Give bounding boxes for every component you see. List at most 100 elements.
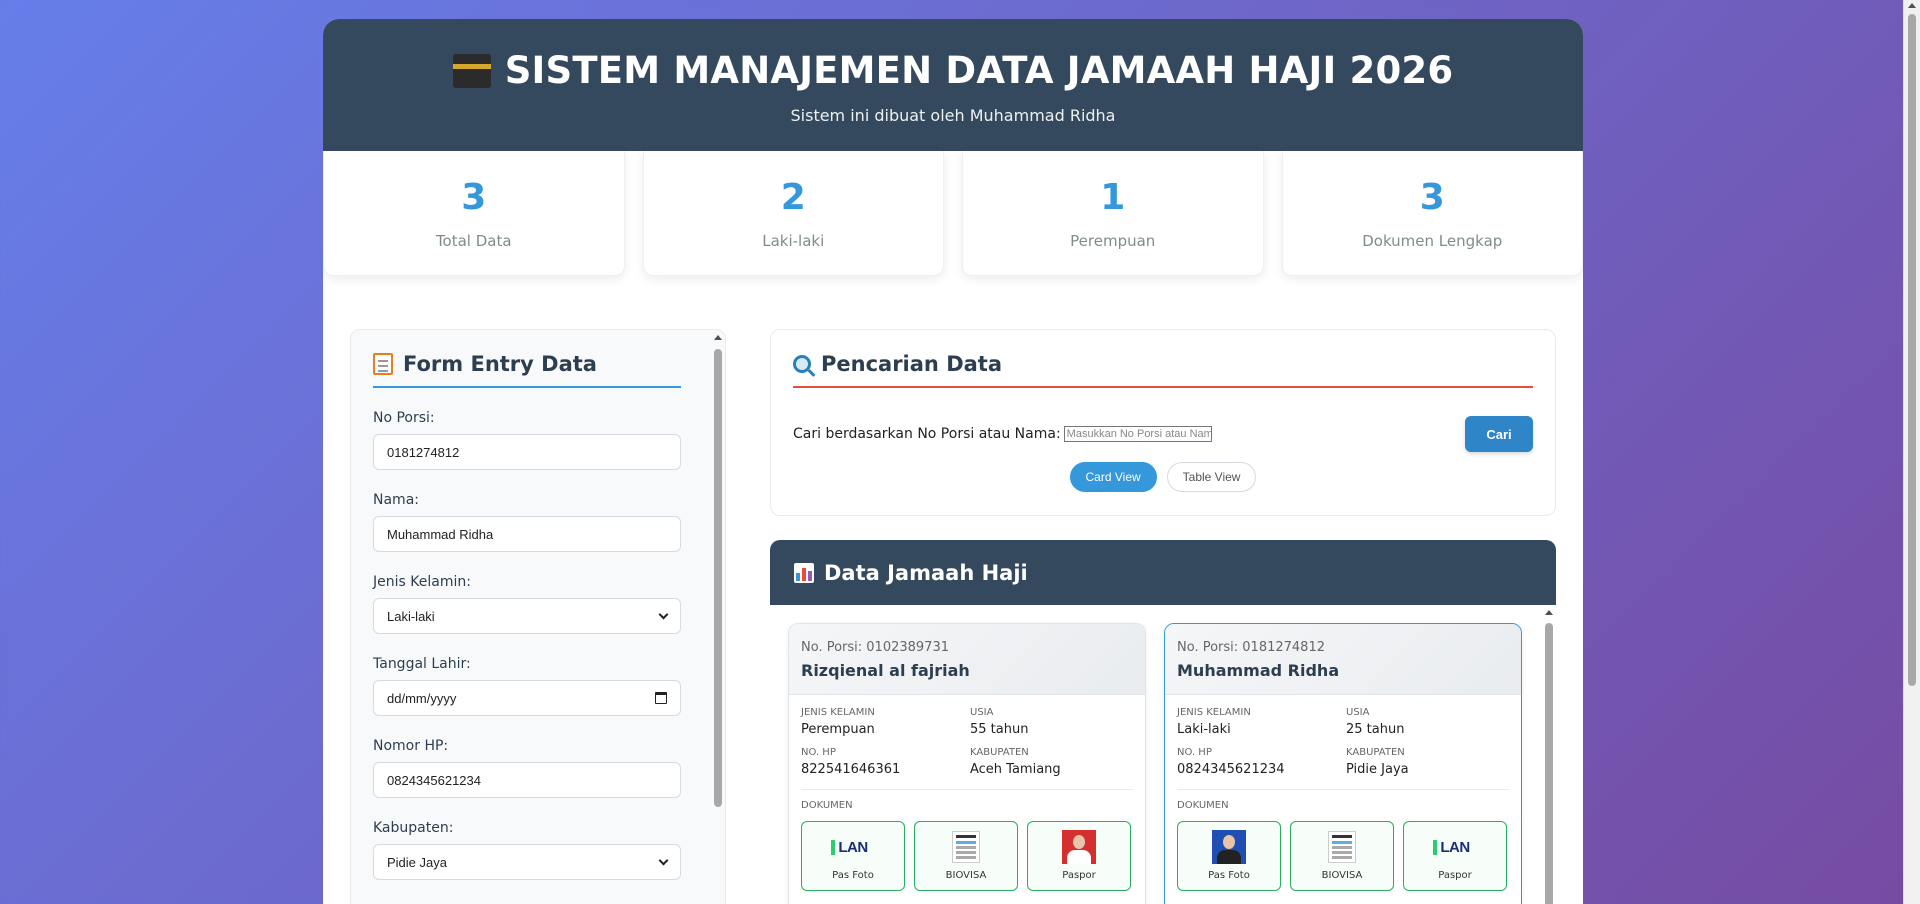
doc-caption: BIOVISA — [1321, 870, 1363, 881]
doc-paspor[interactable]: Paspor — [1027, 821, 1131, 891]
info-no-hp: 0824345621234 — [1177, 762, 1285, 777]
doc-caption: Pas Foto — [832, 870, 874, 881]
info-key: NO. HP — [1177, 747, 1212, 758]
doc-pas-foto[interactable]: LAN Pas Foto — [801, 821, 905, 891]
field-nomor-hp: Nomor HP: 0824345621234 — [373, 738, 681, 798]
search-input[interactable]: Masukkan No Porsi atau Nama — [1063, 426, 1212, 442]
stat-label: Total Data — [435, 232, 512, 250]
card-info: JENIS KELAMIN Laki-laki USIA 25 tahun NO. … — [1177, 707, 1509, 790]
stat-value: 3 — [1419, 177, 1445, 218]
doc-section-label: DOKUMEN — [801, 800, 853, 811]
document-icon — [952, 831, 980, 863]
search-label: Cari berdasarkan No Porsi atau Nama: — [793, 426, 1061, 442]
kabupaten-label: Kabupaten: — [373, 820, 454, 836]
jenis-kelamin-value: Laki-laki — [387, 608, 435, 624]
info-kabupaten: Aceh Tamiang — [970, 762, 1061, 777]
field-no-porsi: No Porsi: 0181274812 — [373, 410, 681, 470]
lan-logo-icon: LAN — [1433, 838, 1470, 856]
info-kabupaten: Pidie Jaya — [1346, 762, 1409, 777]
lan-logo-icon: LAN — [831, 838, 868, 856]
card-nama: Rizqienal al fajriah — [801, 661, 970, 680]
no-porsi-input[interactable]: 0181274812 — [373, 434, 681, 470]
stat-label: Laki-laki — [762, 232, 825, 250]
data-title: Data Jamaah Haji — [824, 560, 1028, 585]
stat-value: 2 — [780, 177, 806, 218]
jamaah-card[interactable]: No. Porsi: 0102389731 Rizqienal al fajri… — [788, 623, 1146, 904]
card-porsi: No. Porsi: 0102389731 — [801, 640, 949, 655]
page-subtitle: Sistem ini dibuat oleh Muhammad Ridha — [790, 106, 1116, 125]
doc-paspor[interactable]: LAN Paspor — [1403, 821, 1507, 891]
chevron-down-icon — [658, 855, 669, 865]
info-key: KABUPATEN — [1346, 747, 1405, 758]
page-title: SISTEM MANAJEMEN DATA JAMAAH HAJI 2026 — [323, 49, 1583, 92]
doc-row: LAN Pas Foto BIOVISA Paspor — [801, 821, 1133, 891]
doc-biovisa[interactable]: BIOVISA — [1290, 821, 1394, 891]
search-title: Pencarian Data — [793, 352, 1533, 388]
document-icon — [1328, 831, 1356, 863]
table-view-button[interactable]: Table View — [1166, 462, 1257, 492]
form-scrollbar[interactable] — [711, 330, 725, 904]
nama-value: Muhammad Ridha — [387, 526, 494, 542]
tanggal-lahir-label: Tanggal Lahir: — [373, 656, 471, 672]
form-scroll-thumb[interactable] — [714, 349, 722, 807]
doc-caption: BIOVISA — [945, 870, 987, 881]
portrait-photo-icon — [1212, 830, 1246, 864]
page-scrollbar[interactable] — [1903, 0, 1920, 904]
portrait-photo-icon — [1062, 830, 1096, 864]
scroll-up-icon[interactable] — [1908, 3, 1916, 8]
doc-biovisa[interactable]: BIOVISA — [914, 821, 1018, 891]
doc-row: Pas Foto BIOVISA LAN Paspor — [1177, 821, 1509, 891]
tanggal-lahir-value: dd/mm/yyyy — [387, 690, 457, 706]
jenis-kelamin-label: Jenis Kelamin: — [373, 574, 471, 590]
info-jenis-kelamin: Perempuan — [801, 722, 875, 737]
calendar-icon[interactable] — [655, 692, 667, 704]
chevron-down-icon — [658, 609, 669, 619]
memo-icon — [373, 353, 393, 375]
info-no-hp: 822541646361 — [801, 762, 901, 777]
data-header: Data Jamaah Haji — [770, 540, 1556, 605]
no-porsi-value: 0181274812 — [387, 444, 460, 460]
info-key: KABUPATEN — [970, 747, 1029, 758]
doc-caption: Paspor — [1438, 870, 1472, 881]
doc-caption: Paspor — [1062, 870, 1096, 881]
scroll-up-icon[interactable] — [1545, 610, 1553, 615]
card-header: No. Porsi: 0102389731 Rizqienal al fajri… — [789, 624, 1145, 695]
info-jenis-kelamin: Laki-laki — [1177, 722, 1231, 737]
nama-input[interactable]: Muhammad Ridha — [373, 516, 681, 552]
info-key: USIA — [1346, 707, 1370, 718]
stat-value: 3 — [461, 177, 487, 218]
search-row: Cari berdasarkan No Porsi atau Nama: Mas… — [793, 414, 1533, 454]
stat-total: 3 Total Data — [323, 151, 625, 276]
card-info: JENIS KELAMIN Perempuan USIA 55 tahun NO. … — [801, 707, 1133, 790]
kabupaten-select[interactable]: Pidie Jaya — [373, 844, 681, 880]
field-kabupaten: Kabupaten: Pidie Jaya — [373, 820, 681, 880]
card-header: No. Porsi: 0181274812 Muhammad Ridha — [1165, 624, 1521, 695]
tanggal-lahir-input[interactable]: dd/mm/yyyy — [373, 680, 681, 716]
info-key: USIA — [970, 707, 994, 718]
field-nama: Nama: Muhammad Ridha — [373, 492, 681, 552]
nomor-hp-value: 0824345621234 — [387, 772, 481, 788]
card-view-button[interactable]: Card View — [1069, 462, 1157, 492]
no-porsi-label: No Porsi: — [373, 410, 435, 426]
data-scroll-thumb[interactable] — [1545, 623, 1553, 904]
scroll-up-icon[interactable] — [714, 335, 722, 340]
app-header: SISTEM MANAJEMEN DATA JAMAAH HAJI 2026 S… — [323, 19, 1583, 151]
data-scrollbar[interactable] — [1542, 605, 1556, 904]
stat-label: Dokumen Lengkap — [1362, 232, 1503, 250]
nomor-hp-input[interactable]: 0824345621234 — [373, 762, 681, 798]
info-usia: 25 tahun — [1346, 722, 1405, 737]
info-key: JENIS KELAMIN — [801, 707, 875, 718]
search-button[interactable]: Cari — [1465, 416, 1533, 452]
jenis-kelamin-select[interactable]: Laki-laki — [373, 598, 681, 634]
stat-label: Perempuan — [1070, 232, 1156, 250]
doc-pas-foto[interactable]: Pas Foto — [1177, 821, 1281, 891]
doc-section-label: DOKUMEN — [1177, 800, 1229, 811]
card-grid: No. Porsi: 0102389731 Rizqienal al fajri… — [770, 605, 1556, 904]
field-jenis-kelamin: Jenis Kelamin: Laki-laki — [373, 574, 681, 634]
kabupaten-value: Pidie Jaya — [387, 854, 447, 870]
page-scroll-thumb[interactable] — [1908, 14, 1916, 686]
stats-row: 3 Total Data 2 Laki-laki 1 Perempuan 3 D… — [323, 151, 1583, 276]
jamaah-card[interactable]: No. Porsi: 0181274812 Muhammad Ridha JEN… — [1164, 623, 1522, 904]
field-tanggal-lahir: Tanggal Lahir: dd/mm/yyyy — [373, 656, 681, 716]
view-toggle: Card View Table View — [793, 462, 1533, 492]
